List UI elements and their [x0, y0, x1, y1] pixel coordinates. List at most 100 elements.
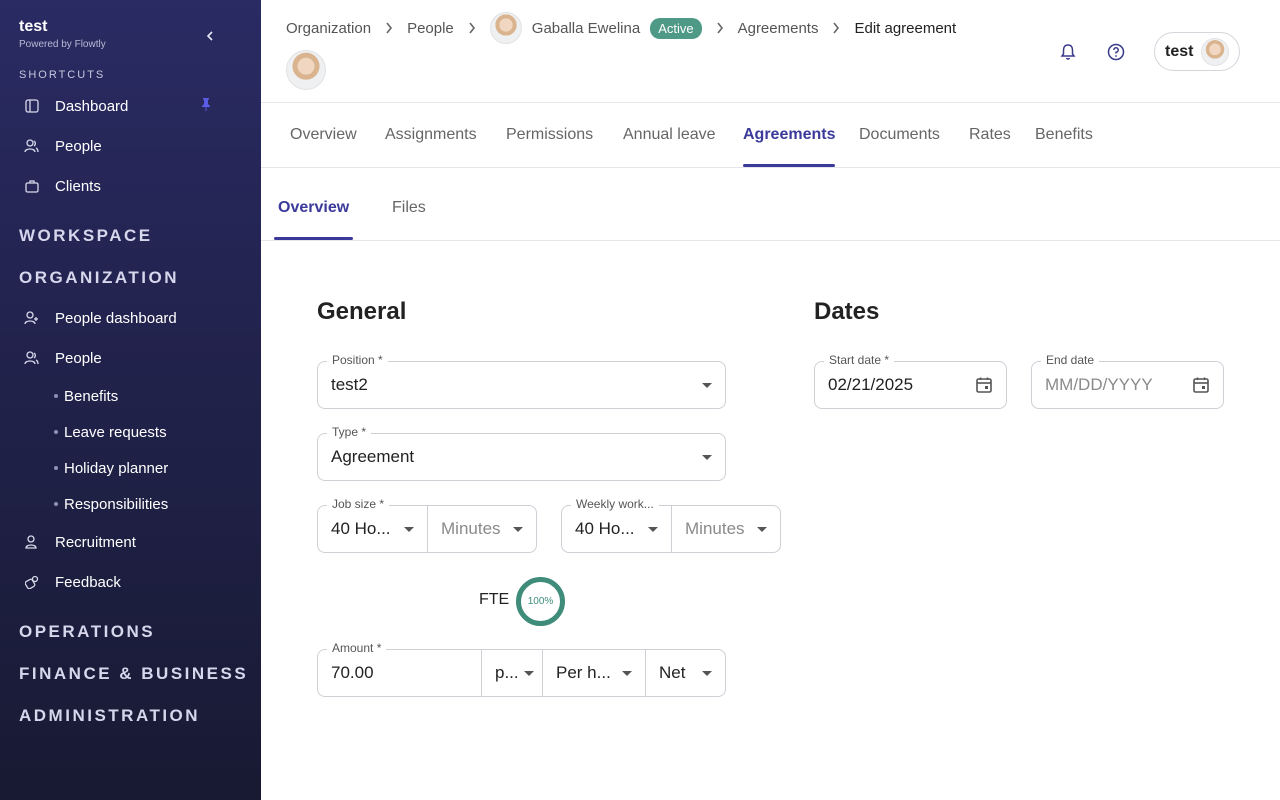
end-date-input[interactable]: End date MM/DD/YYYY: [1031, 353, 1224, 409]
recruitment-icon: [24, 535, 39, 550]
sidebar-item-label: Dashboard: [55, 97, 129, 115]
job-size-minutes-value: Minutes: [441, 519, 501, 538]
caret-down-icon: [702, 670, 712, 676]
weekly-hours-select[interactable]: Weekly work... 40 Ho...: [561, 497, 672, 553]
sidebar-item-people-dashboard[interactable]: People dashboard: [24, 306, 177, 330]
amount-value: 70.00: [331, 663, 374, 682]
chevron-right-icon: [385, 22, 393, 34]
bullet-dot: [54, 430, 58, 434]
status-badge: Active: [650, 17, 702, 39]
section-organization[interactable]: ORGANIZATION: [19, 268, 179, 288]
brand-title: test: [19, 18, 48, 35]
dates-title: Dates: [814, 298, 880, 325]
header-actions: test: [1058, 32, 1240, 71]
caret-down-icon: [513, 526, 523, 532]
rate-period-value: Per h...: [556, 663, 611, 682]
tab-assignments[interactable]: Assignments: [385, 126, 477, 144]
subtab-files[interactable]: Files: [392, 199, 426, 217]
caret-down-icon: [757, 526, 767, 532]
tab-benefits[interactable]: Benefits: [1035, 126, 1093, 144]
sidebar-item-recruitment[interactable]: Recruitment: [24, 530, 136, 554]
section-operations[interactable]: OPERATIONS: [19, 622, 155, 642]
user-menu-button[interactable]: test: [1154, 32, 1240, 71]
job-size-hours-select[interactable]: Job size * 40 Ho...: [317, 497, 428, 553]
active-tab-indicator: [743, 164, 835, 167]
job-size-hours-value: 40 Ho...: [331, 519, 391, 538]
amount-label: Amount *: [327, 641, 387, 655]
type-value: Agreement: [331, 447, 415, 466]
help-button[interactable]: [1106, 42, 1126, 62]
briefcase-icon: [24, 179, 39, 194]
bell-icon: [1060, 43, 1076, 60]
sidebar-item-dashboard[interactable]: Dashboard: [24, 94, 128, 118]
sidebar-item-people[interactable]: People: [24, 346, 102, 370]
sidebar-item-people-shortcut[interactable]: People: [24, 134, 102, 158]
position-select[interactable]: Position * test2: [317, 353, 726, 409]
breadcrumb-agreements[interactable]: Agreements: [738, 20, 819, 37]
collapse-sidebar-button[interactable]: [200, 26, 220, 46]
tab-agreements[interactable]: Agreements: [743, 126, 835, 144]
breadcrumb-person[interactable]: Gaballa Ewelina: [532, 20, 640, 37]
avatar: [1201, 37, 1229, 66]
sidebar-item-label: Feedback: [55, 573, 121, 591]
sidebar-item-label: People: [55, 137, 102, 155]
calendar-icon[interactable]: [975, 376, 993, 394]
weekly-hours-value: 40 Ho...: [575, 519, 635, 538]
bullet-dot: [54, 466, 58, 470]
main-tabs: Overview Assignments Permissions Annual …: [261, 103, 1280, 168]
caret-down-icon: [648, 526, 658, 532]
breadcrumb-organization[interactable]: Organization: [286, 20, 371, 37]
breadcrumb: Organization People Gaballa Ewelina Acti…: [286, 12, 956, 44]
breadcrumb-people[interactable]: People: [407, 20, 454, 37]
job-size-minutes-select[interactable]: Minutes: [427, 505, 537, 553]
sidebar-item-clients[interactable]: Clients: [24, 174, 101, 198]
end-date-placeholder: MM/DD/YYYY: [1045, 375, 1153, 394]
active-subtab-indicator: [274, 237, 353, 240]
start-date-value: 02/21/2025: [828, 375, 914, 394]
weekly-minutes-select[interactable]: Minutes: [671, 505, 781, 553]
position-label: Position *: [327, 353, 388, 367]
job-size-label: Job size *: [327, 497, 390, 511]
net-gross-select[interactable]: Net: [645, 649, 726, 697]
caret-down-icon: [702, 454, 712, 460]
amount-input[interactable]: Amount * 70.00: [317, 641, 482, 697]
section-finance-business[interactable]: FINANCE & BUSINESS: [19, 664, 248, 684]
sidebar-item-feedback[interactable]: Feedback: [24, 570, 121, 594]
position-value: test2: [331, 375, 368, 394]
sidebar-subitem-holiday-planner[interactable]: Holiday planner: [54, 458, 168, 478]
section-administration[interactable]: ADMINISTRATION: [19, 706, 200, 726]
tab-overview[interactable]: Overview: [290, 126, 357, 144]
chevron-right-icon: [832, 22, 840, 34]
pin-icon[interactable]: [200, 97, 214, 111]
section-workspace[interactable]: WORKSPACE: [19, 226, 153, 246]
tab-permissions[interactable]: Permissions: [506, 126, 593, 144]
sidebar-subitem-label: Benefits: [64, 387, 119, 405]
avatar: [489, 12, 522, 44]
people-icon: [24, 351, 39, 366]
sidebar-subitem-benefits[interactable]: Benefits: [54, 386, 118, 406]
sidebar-subitem-label: Leave requests: [64, 423, 167, 441]
sub-tabs: Overview Files: [261, 176, 1280, 241]
dashboard-icon: [24, 99, 39, 114]
sidebar-subitem-responsibilities[interactable]: Responsibilities: [54, 494, 168, 514]
breadcrumb-edit-agreement: Edit agreement: [854, 19, 957, 37]
help-icon: [1107, 43, 1125, 60]
fte-progress-ring: 100%: [516, 577, 565, 626]
tab-annual-leave[interactable]: Annual leave: [623, 126, 716, 144]
type-label: Type *: [327, 425, 372, 439]
subtab-overview[interactable]: Overview: [278, 199, 349, 217]
sidebar-subitem-leave-requests[interactable]: Leave requests: [54, 422, 167, 442]
start-date-input[interactable]: Start date * 02/21/2025: [814, 353, 1007, 409]
rate-period-select[interactable]: Per h...: [542, 649, 646, 697]
avatar: [286, 50, 326, 90]
currency-select[interactable]: p...: [481, 649, 543, 697]
feedback-icon: [24, 575, 39, 590]
tab-documents[interactable]: Documents: [859, 126, 940, 144]
sidebar-item-label: Recruitment: [55, 533, 136, 551]
tab-rates[interactable]: Rates: [969, 126, 1011, 144]
notifications-button[interactable]: [1058, 42, 1078, 62]
general-title: General: [317, 298, 407, 325]
calendar-icon[interactable]: [1192, 376, 1210, 394]
sidebar: test Powered by Flowtly SHORTCUTS Dashbo…: [0, 0, 261, 800]
type-select[interactable]: Type * Agreement: [317, 425, 726, 481]
